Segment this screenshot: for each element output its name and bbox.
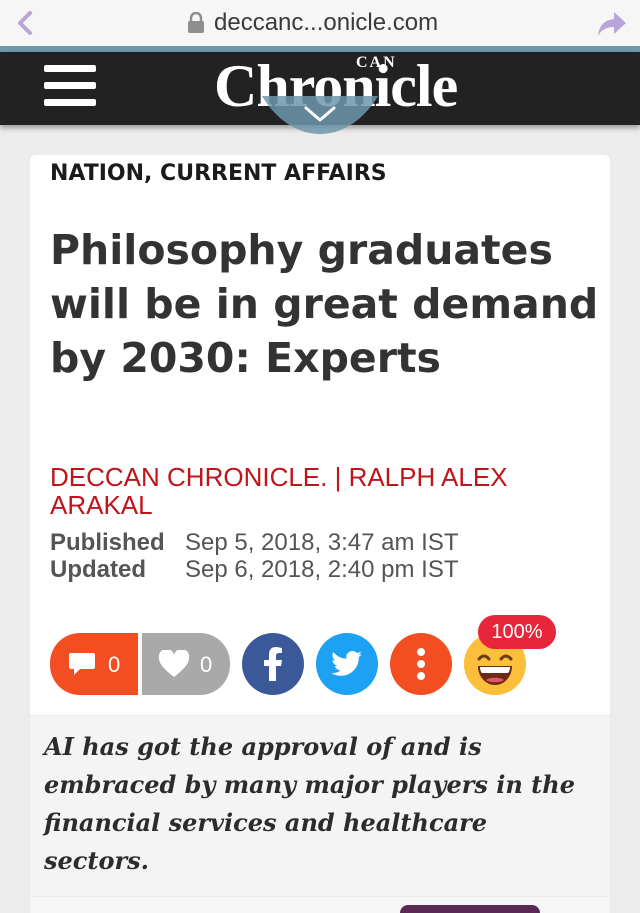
- published-row: Published Sep 5, 2018, 3:47 am IST: [50, 529, 459, 556]
- article-summary: AI has got the approval of and is embrac…: [44, 732, 575, 875]
- heart-icon: [158, 650, 190, 677]
- social-share-bar: 0 0 100%: [50, 615, 590, 697]
- browser-url-bar: deccanc...onicle.com: [0, 0, 640, 46]
- published-label: Published: [50, 529, 165, 556]
- published-value: Sep 5, 2018, 3:47 am IST: [185, 529, 459, 556]
- site-header: CAN Chronicle: [0, 52, 640, 134]
- like-count: 0: [200, 652, 213, 677]
- more-options-button[interactable]: [390, 633, 452, 695]
- article-headline: Philosophy graduates will be in great de…: [50, 226, 599, 382]
- updated-row: Updated Sep 6, 2018, 2:40 pm IST: [50, 556, 459, 583]
- article-card: NATION, CURRENT AFFAIRS Philosophy gradu…: [30, 155, 610, 715]
- article-summary-box: AI has got the approval of and is embrac…: [30, 716, 610, 896]
- more-options-icon: [417, 648, 425, 680]
- facebook-share-button[interactable]: [242, 633, 304, 695]
- reaction-percent-badge: 100%: [478, 615, 556, 649]
- updated-label: Updated: [50, 556, 146, 583]
- back-chevron-icon[interactable]: [12, 9, 40, 37]
- comment-button[interactable]: 0: [50, 633, 138, 695]
- article-dates: Published Sep 5, 2018, 3:47 am IST Update…: [50, 529, 459, 583]
- twitter-share-button[interactable]: [316, 633, 378, 695]
- lock-icon: [188, 12, 204, 33]
- twitter-icon: [331, 651, 362, 676]
- article-byline[interactable]: DECCAN CHRONICLE. | RALPH ALEX ARAKAL: [50, 463, 590, 519]
- article-image-fragment: [400, 905, 540, 913]
- url-text[interactable]: deccanc...onicle.com: [214, 9, 438, 37]
- facebook-icon: [264, 647, 282, 681]
- hamburger-icon[interactable]: [44, 65, 96, 109]
- article-image-top: [30, 897, 610, 913]
- comment-icon: [69, 653, 95, 675]
- chevron-down-icon[interactable]: [262, 96, 378, 140]
- share-arrow-icon[interactable]: [596, 9, 628, 39]
- comment-count: 0: [108, 652, 121, 677]
- updated-value: Sep 6, 2018, 2:40 pm IST: [185, 556, 459, 583]
- like-button[interactable]: 0: [142, 633, 230, 695]
- article-category[interactable]: NATION, CURRENT AFFAIRS: [50, 161, 387, 186]
